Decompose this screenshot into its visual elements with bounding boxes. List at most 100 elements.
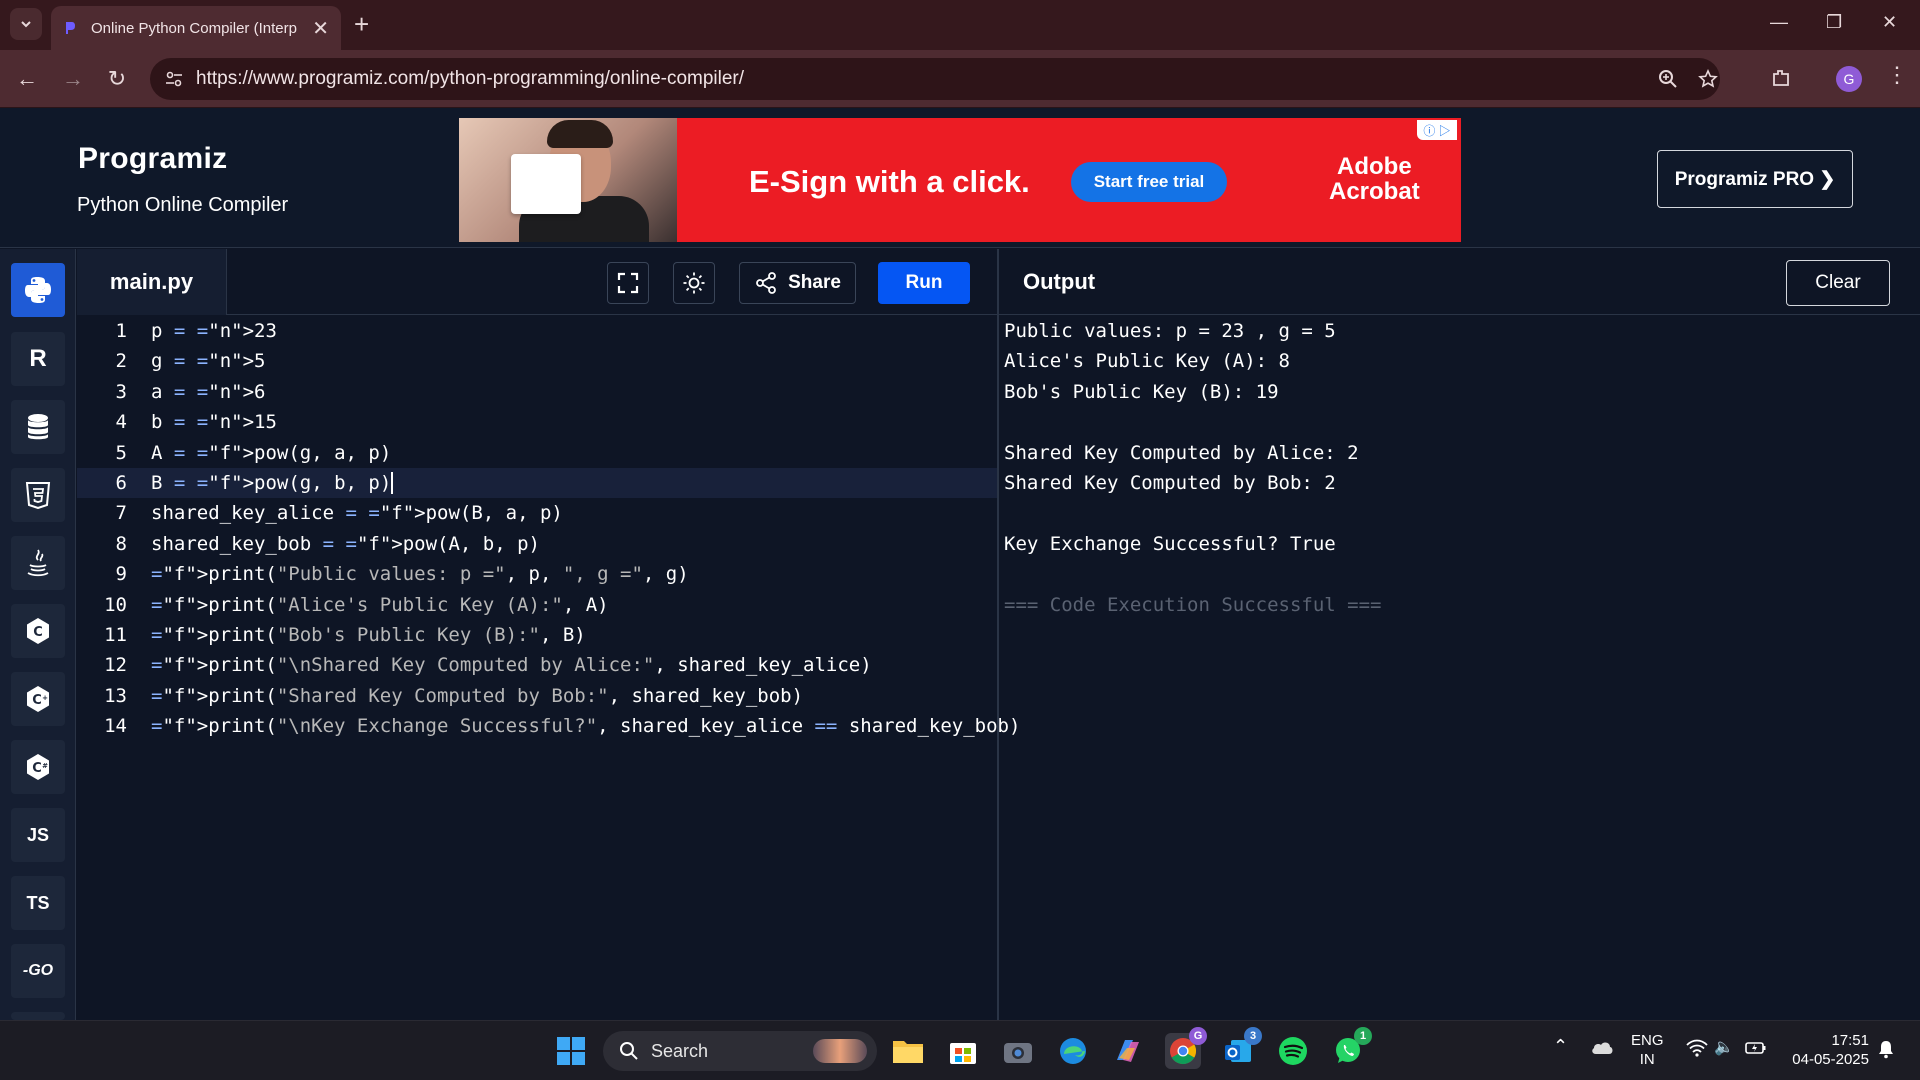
c-language-icon[interactable]: C [11, 604, 65, 658]
html5-icon[interactable] [11, 468, 65, 522]
extensions-icon[interactable] [1770, 67, 1792, 89]
edge-browser-icon[interactable] [1055, 1033, 1091, 1069]
show-hidden-icons-chevron-icon[interactable]: ⌃ [1553, 1037, 1568, 1056]
wifi-icon[interactable] [1686, 1039, 1708, 1062]
copilot-icon[interactable] [1110, 1033, 1146, 1069]
javascript-language-icon[interactable]: JS [11, 808, 65, 862]
programiz-logo[interactable]: Programiz [78, 142, 227, 176]
close-tab-icon[interactable]: ✕ [312, 16, 329, 41]
code-line[interactable]: 5 A = ="f">pow(g, a, p) [77, 438, 997, 468]
fullscreen-button[interactable] [607, 262, 649, 304]
new-tab-button[interactable]: + [354, 10, 369, 38]
code-line[interactable]: 7 shared_key_alice = ="f">pow(B, a, p) [77, 498, 997, 528]
bookmark-star-icon[interactable] [1698, 69, 1718, 89]
spotify-icon[interactable] [1275, 1033, 1311, 1069]
code-text: shared_key_bob = ="f">pow(A, b, p) [151, 532, 540, 555]
forward-icon[interactable]: → [60, 66, 86, 92]
taskbar-search[interactable]: Search [603, 1031, 877, 1071]
onedrive-cloud-icon[interactable] [1590, 1039, 1614, 1060]
code-line[interactable]: 9 ="f">print("Public values: p =", p, ", … [77, 559, 997, 589]
pane-divider[interactable] [997, 249, 999, 1020]
chevron-down-icon [21, 21, 31, 28]
zoom-icon[interactable] [1658, 69, 1678, 89]
chrome-profile-badge: G [1189, 1027, 1207, 1045]
run-button[interactable]: Run [878, 262, 970, 304]
line-number: 5 [115, 441, 127, 464]
volume-icon[interactable]: 🔈 [1714, 1038, 1734, 1057]
java-icon[interactable] [11, 536, 65, 590]
code-line[interactable]: 2 g = ="n">5 [77, 346, 997, 376]
file-explorer-icon[interactable] [890, 1033, 926, 1069]
ad-brand-line1: Adobe [1337, 153, 1412, 180]
python-language-icon[interactable] [11, 263, 65, 317]
line-number: 14 [104, 715, 127, 738]
browser-tab[interactable]: Online Python Compiler (Interp ✕ [51, 6, 341, 50]
more-languages-peek[interactable] [11, 1012, 65, 1020]
ad-banner[interactable]: E-Sign with a click. Start free trial Ad… [459, 118, 1461, 242]
code-line[interactable]: 3 a = ="n">6 [77, 377, 997, 407]
microsoft-store-icon[interactable] [945, 1033, 981, 1069]
code-line[interactable]: 11 ="f">print("Bob's Public Key (B):", B) [77, 620, 997, 650]
profile-avatar[interactable]: G [1836, 66, 1862, 92]
notifications-bell-icon[interactable] [1876, 1039, 1896, 1064]
code-text: ="f">print("Alice's Public Key (A):", A) [151, 593, 609, 616]
outlook-icon[interactable]: 3 [1220, 1027, 1262, 1069]
url-text: https://www.programiz.com/python-program… [196, 68, 745, 89]
code-line[interactable]: 8 shared_key_bob = ="f">pow(A, b, p) [77, 529, 997, 559]
camera-app-icon[interactable] [1000, 1033, 1036, 1069]
ad-brand-line2: Acrobat [1329, 178, 1420, 205]
csharp-language-icon[interactable]: C # [11, 740, 65, 794]
code-line[interactable]: 1 p = ="n">23 [77, 316, 997, 346]
whatsapp-icon[interactable]: 1 [1330, 1027, 1372, 1069]
restore-icon[interactable]: ❐ [1826, 12, 1842, 33]
cpp-language-icon[interactable]: C + [11, 672, 65, 726]
typescript-language-icon[interactable]: TS [11, 876, 65, 930]
go-language-icon[interactable]: -GO [11, 944, 65, 998]
input-language-indicator[interactable]: ENG IN [1631, 1031, 1664, 1069]
address-bar[interactable]: https://www.programiz.com/python-program… [150, 58, 1720, 100]
outlook-unread-badge: 3 [1244, 1027, 1262, 1045]
programiz-pro-button[interactable]: Programiz PRO ❯ [1657, 150, 1853, 208]
clear-button[interactable]: Clear [1786, 260, 1890, 306]
code-text: b = ="n">15 [151, 411, 277, 434]
code-editor[interactable]: 1 p = ="n">23 2 g = ="n">5 3 a = ="n">6 4 b … [77, 316, 1020, 1020]
system-clock[interactable]: 17:51 04-05-2025 [1783, 1031, 1869, 1069]
tab-search-button[interactable] [10, 8, 42, 40]
search-icon [620, 1042, 638, 1060]
adchoices-icon[interactable]: ⓘ ▷ [1417, 120, 1457, 140]
site-settings-icon[interactable] [164, 69, 184, 89]
code-line[interactable]: 4 b = ="n">15 [77, 407, 997, 437]
battery-icon[interactable] [1745, 1039, 1767, 1062]
share-button[interactable]: Share [739, 262, 856, 304]
ad-photo [459, 118, 677, 242]
back-icon[interactable]: ← [14, 66, 40, 92]
chrome-taskbar-icon[interactable]: G [1165, 1027, 1207, 1069]
theme-toggle-button[interactable] [673, 262, 715, 304]
lang-code: ENG [1631, 1032, 1664, 1049]
code-text: g = ="n">5 [151, 350, 266, 373]
editor-header: main.py Share Run [77, 249, 997, 315]
chrome-menu-icon[interactable]: ⋮ [1886, 62, 1908, 88]
reload-icon[interactable]: ↻ [104, 66, 130, 92]
language-sidebar: R C C + C # JS TS -GO [0, 249, 76, 1020]
code-line-current[interactable]: 6 B = ="f">pow(g, b, p) [77, 467, 997, 499]
code-text: ="f">print("Shared Key Computed by Bob:"… [151, 684, 804, 707]
file-tab-main-py[interactable]: main.py [77, 249, 227, 315]
svg-text:C: C [33, 625, 43, 640]
sql-database-icon[interactable] [11, 400, 65, 454]
code-text: B = ="f">pow(g, b, p) [151, 471, 394, 495]
code-line[interactable]: 13 ="f">print("Shared Key Computed by Bob… [77, 681, 997, 711]
minimize-icon[interactable]: — [1770, 12, 1788, 33]
close-window-icon[interactable]: ✕ [1882, 12, 1897, 33]
code-text: ="f">print("Public values: p =", p, ", g… [151, 563, 689, 586]
code-line[interactable]: 12 ="f">print("\nShared Key Computed by A… [77, 650, 997, 680]
r-language-icon[interactable]: R [11, 332, 65, 386]
output-line: Key Exchange Successful? True [1004, 532, 1336, 555]
code-line[interactable]: 14 ="f">print("\nKey Exchange Successful?… [77, 711, 1020, 741]
line-number: 13 [104, 684, 127, 707]
windows-start-icon[interactable] [553, 1033, 589, 1069]
code-line[interactable]: 10 ="f">print("Alice's Public Key (A):", … [77, 590, 997, 620]
ad-cta-button[interactable]: Start free trial [1071, 162, 1227, 202]
